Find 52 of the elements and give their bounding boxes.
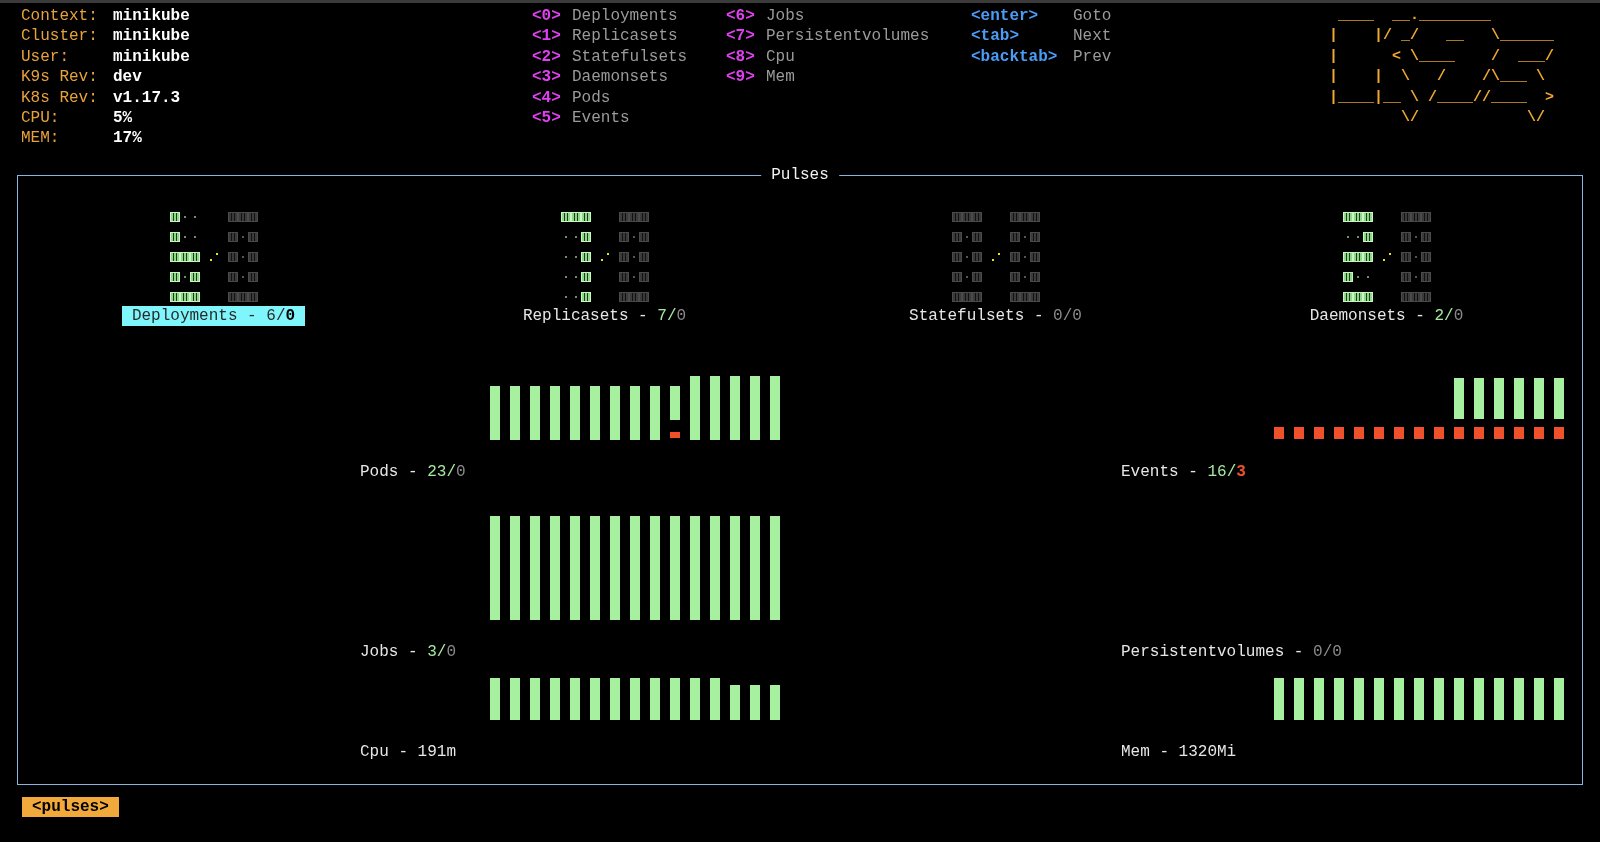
pulse-label: Persistentvolumes - 0/0 — [1120, 642, 1343, 662]
hotkey-action: Goto — [1073, 6, 1112, 27]
hotkey-action: Daemonsets — [572, 67, 668, 88]
hotkey-action: Next — [1073, 26, 1112, 47]
hotkey[interactable]: <1> — [532, 26, 572, 47]
info-label: MEM: — [21, 128, 61, 149]
hotkey[interactable]: <enter> — [971, 6, 1073, 27]
hotkey[interactable]: <0> — [532, 6, 572, 27]
hotkey[interactable]: <9> — [726, 67, 766, 88]
hotkey-action: Jobs — [766, 6, 805, 27]
pulse-label: Events - 16/3 — [1120, 462, 1247, 482]
hotkey-action: Statefulsets — [572, 46, 688, 68]
hotkey-action: Replicasets — [572, 26, 678, 47]
info-value: v1.17.3 — [113, 87, 181, 109]
hotkey-action: Deployments — [572, 6, 678, 27]
pulse-label: Pods - 23/0 — [359, 462, 467, 482]
gauge-label[interactable]: Statefulsets - 0/0 — [899, 306, 1092, 326]
info-label: K9s Rev: — [21, 67, 99, 88]
hotkey[interactable]: <5> — [532, 108, 572, 129]
info-label: Cluster: — [21, 26, 99, 47]
hotkey[interactable]: <2> — [532, 46, 572, 68]
hotkey[interactable]: <backtab> — [971, 46, 1073, 68]
pulse-label: Cpu - 191m — [359, 742, 457, 762]
hotkey[interactable]: <7> — [726, 26, 766, 47]
info-value: minikube — [113, 26, 190, 47]
pulse-label: Jobs - 3/0 — [359, 642, 458, 662]
hotkey-action: Mem — [766, 67, 795, 88]
hotkey-action: Persistentvolumes — [766, 26, 930, 47]
info-value: minikube — [113, 46, 190, 68]
hotkey[interactable]: <tab> — [971, 26, 1073, 47]
hotkey-action: Cpu — [766, 46, 795, 68]
info-value: 5% — [113, 108, 133, 129]
hotkey-action: Pods — [572, 87, 611, 109]
info-label: K8s Rev: — [21, 87, 99, 109]
info-label: Context: — [21, 6, 99, 27]
info-label: User: — [21, 46, 70, 68]
pulse-label: Mem - 1320Mi — [1120, 742, 1238, 762]
hotkey-action: Events — [572, 108, 630, 129]
info-value: minikube — [113, 6, 190, 27]
gauge-label[interactable]: Daemonsets - 2/0 — [1299, 306, 1474, 326]
gauge-label[interactable]: Deployments - 6/0 — [121, 306, 306, 326]
logo-ascii-art: ____ __.________ | |/ _/ __ \______ | < \____ / ___/ | | \ / /\___ \ |____|__ \ /____//____ > \/ \/ — [1329, 6, 1555, 129]
hotkey[interactable]: <8> — [726, 46, 766, 68]
gauge-label[interactable]: Replicasets - 7/0 — [512, 306, 697, 326]
breadcrumb[interactable]: <pulses> — [22, 797, 119, 817]
info-value: dev — [113, 67, 142, 88]
hotkey[interactable]: <3> — [532, 67, 572, 88]
info-label: CPU: — [21, 108, 61, 129]
hotkey[interactable]: <4> — [532, 87, 572, 109]
hotkey[interactable]: <6> — [726, 6, 766, 27]
info-value: 17% — [113, 128, 142, 149]
hotkey-action: Prev — [1073, 46, 1112, 68]
